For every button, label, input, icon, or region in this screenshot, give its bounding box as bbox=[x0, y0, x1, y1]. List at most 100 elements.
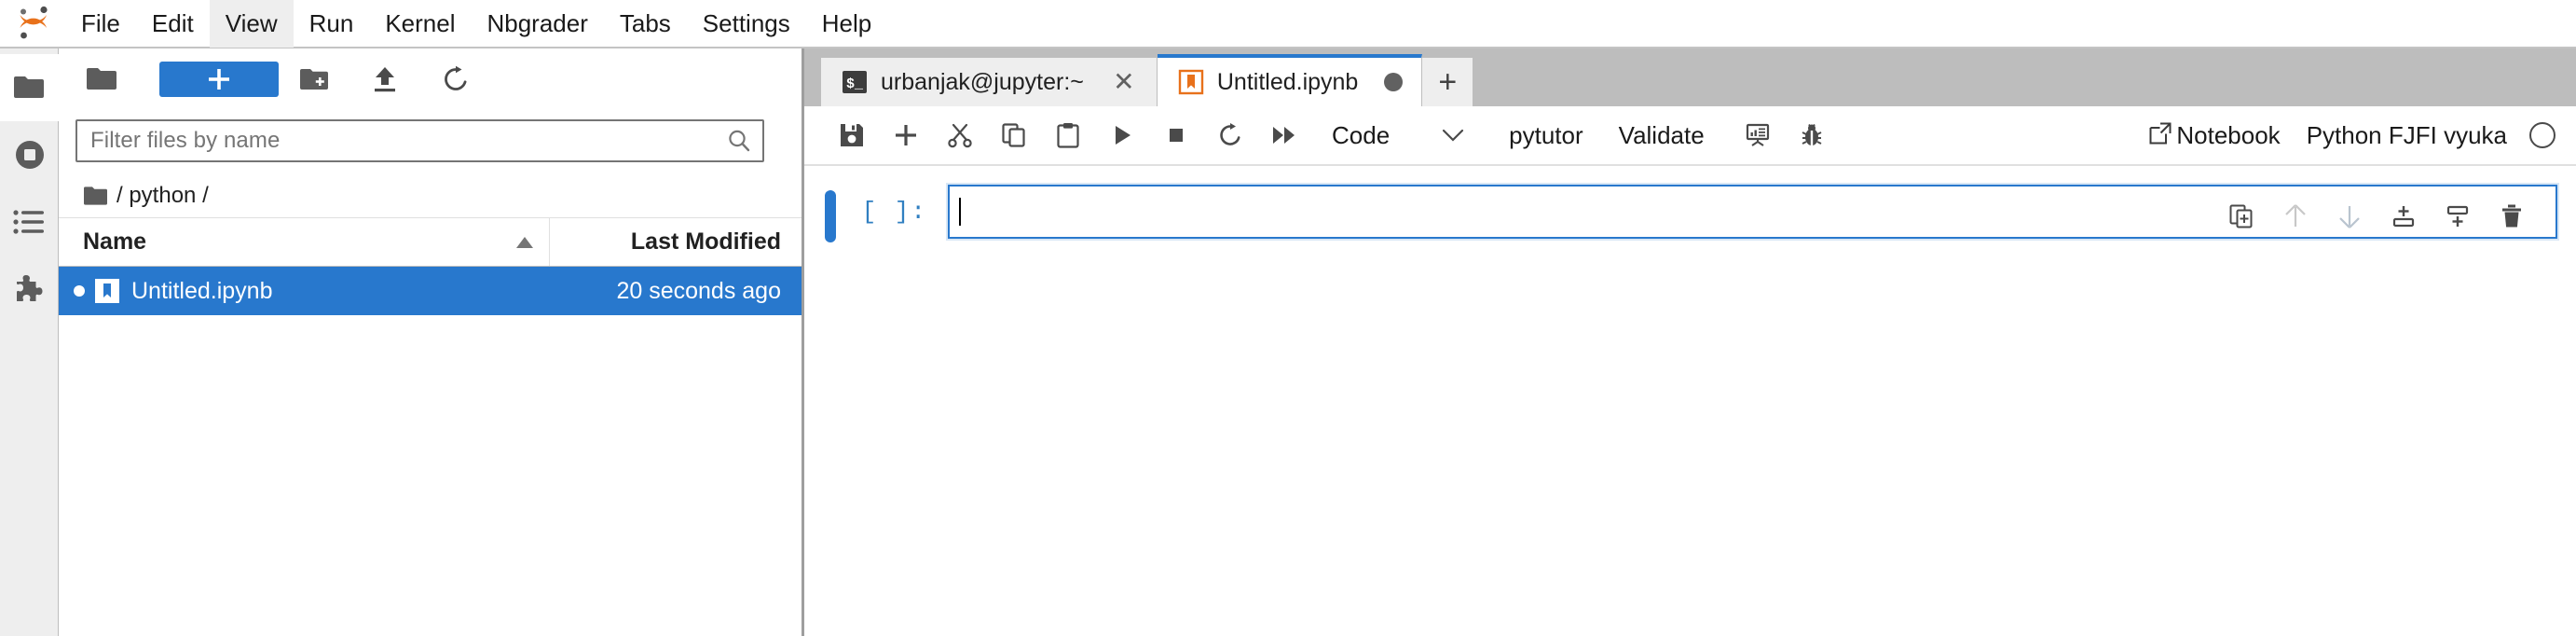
unsaved-dot-icon[interactable] bbox=[1384, 73, 1404, 91]
file-last-modified: 20 seconds ago bbox=[616, 277, 781, 304]
insert-below-icon bbox=[2446, 205, 2469, 227]
column-header-last-modified[interactable]: Last Modified bbox=[550, 218, 802, 266]
stop-square-icon bbox=[1170, 129, 1183, 142]
sidebar-item-extension-manager[interactable] bbox=[0, 256, 59, 323]
jupyterlab-window: File Edit View Run Kernel Nbgrader Tabs … bbox=[0, 0, 2576, 636]
chevron-down-icon bbox=[1442, 128, 1464, 143]
cell-editor[interactable] bbox=[948, 185, 2557, 239]
restart-and-run-all-button[interactable] bbox=[1257, 111, 1311, 159]
text-cursor bbox=[959, 198, 961, 226]
duplicate-icon bbox=[2229, 204, 2253, 228]
sidebar-item-running-sessions[interactable] bbox=[0, 121, 59, 188]
breadcrumb[interactable]: / python / bbox=[59, 173, 802, 218]
insert-cell-below-button[interactable] bbox=[2431, 196, 2485, 237]
menu-view[interactable]: View bbox=[209, 0, 294, 48]
file-list-item[interactable]: Untitled.ipynb 20 seconds ago bbox=[59, 267, 802, 315]
menu-run[interactable]: Run bbox=[294, 0, 370, 48]
new-tab-button[interactable]: + bbox=[1422, 58, 1473, 106]
arrow-up-icon bbox=[2285, 204, 2306, 227]
arrow-down-icon bbox=[2339, 206, 2360, 228]
commands-list-icon bbox=[12, 210, 44, 234]
kernel-idle-circle-icon[interactable] bbox=[2528, 120, 2557, 150]
fast-forward-icon bbox=[1273, 127, 1295, 144]
menu-items: File Edit View Run Kernel Nbgrader Tabs … bbox=[65, 0, 887, 48]
column-header-name[interactable]: Name bbox=[59, 218, 550, 266]
tab-notebook[interactable]: Untitled.ipynb bbox=[1157, 54, 1423, 106]
kernel-name-button[interactable]: Python FJFI vyuka bbox=[2307, 121, 2507, 150]
tab-terminal[interactable]: $_ urbanjak@jupyter:~ ✕ bbox=[821, 58, 1158, 106]
menu-nbgrader[interactable]: Nbgrader bbox=[471, 0, 603, 48]
file-browser-root-folder-icon bbox=[72, 57, 131, 102]
new-launcher-button[interactable] bbox=[159, 62, 279, 97]
breadcrumb-path: / python / bbox=[116, 182, 209, 208]
plus-icon bbox=[896, 125, 916, 145]
upload-files-button[interactable] bbox=[349, 57, 420, 102]
cut-cells-button[interactable] bbox=[933, 111, 987, 159]
cell-type-value: Code bbox=[1332, 120, 1391, 149]
menu-kernel[interactable]: Kernel bbox=[369, 0, 471, 48]
paste-icon bbox=[1057, 123, 1079, 148]
paste-cells-button[interactable] bbox=[1041, 111, 1095, 159]
column-header-name-label: Name bbox=[83, 228, 147, 255]
move-cell-up-button[interactable] bbox=[2268, 196, 2323, 237]
presentation-icon bbox=[1746, 123, 1769, 146]
plus-icon bbox=[209, 69, 229, 90]
file-browser-panel: Filter files by name / python / Name Las… bbox=[59, 48, 804, 636]
svg-text:$_: $_ bbox=[846, 76, 864, 92]
menu-settings[interactable]: Settings bbox=[687, 0, 806, 48]
folder-icon bbox=[84, 186, 107, 205]
menu-file[interactable]: File bbox=[65, 0, 136, 48]
tab-notebook-label: Untitled.ipynb bbox=[1216, 68, 1359, 95]
sidebar-item-commands[interactable] bbox=[0, 188, 59, 256]
validate-button[interactable]: Validate bbox=[1606, 111, 1718, 159]
upload-icon bbox=[375, 67, 395, 92]
refresh-icon bbox=[445, 65, 467, 90]
rise-slideshow-button[interactable] bbox=[1731, 111, 1785, 159]
save-notebook-button[interactable] bbox=[825, 111, 879, 159]
save-icon bbox=[841, 124, 863, 146]
column-header-last-modified-label: Last Modified bbox=[630, 228, 781, 255]
insert-cell-button[interactable] bbox=[879, 111, 933, 159]
unsaved-dot-icon bbox=[74, 285, 85, 297]
notebook-icon bbox=[1178, 69, 1204, 95]
run-cell-button[interactable] bbox=[1095, 111, 1149, 159]
new-folder-button[interactable] bbox=[279, 57, 349, 102]
insert-above-icon bbox=[2392, 206, 2415, 228]
copy-cells-button[interactable] bbox=[987, 111, 1041, 159]
menu-help[interactable]: Help bbox=[806, 0, 887, 48]
notebook-toolbar: Code pytutor Validate Notebook Python FJ… bbox=[804, 106, 2576, 166]
file-filter-placeholder: Filter files by name bbox=[90, 128, 281, 153]
refresh-file-list-button[interactable] bbox=[420, 57, 491, 102]
copy-icon bbox=[1002, 123, 1025, 147]
sort-ascending-icon bbox=[515, 236, 534, 249]
bug-icon bbox=[1802, 124, 1822, 145]
close-icon[interactable]: ✕ bbox=[1110, 68, 1138, 96]
cell-type-select[interactable]: Code bbox=[1332, 121, 1464, 150]
interrupt-kernel-button[interactable] bbox=[1149, 111, 1203, 159]
external-link-icon bbox=[2148, 121, 2172, 150]
folder-icon bbox=[14, 76, 44, 98]
notebook-mode-button[interactable]: Notebook bbox=[2148, 121, 2281, 150]
insert-cell-above-button[interactable] bbox=[2377, 196, 2431, 237]
duplicate-cell-button[interactable] bbox=[2214, 196, 2268, 237]
pytutor-button[interactable]: pytutor bbox=[1496, 111, 1596, 159]
play-icon bbox=[1116, 126, 1130, 145]
file-list-header: Name Last Modified bbox=[59, 218, 802, 267]
debugger-toggle-button[interactable] bbox=[1785, 111, 1839, 159]
notebook-icon bbox=[94, 278, 120, 304]
file-name: Untitled.ipynb bbox=[131, 277, 273, 304]
puzzle-piece-icon bbox=[16, 275, 42, 301]
file-filter-input[interactable]: Filter files by name bbox=[75, 119, 764, 162]
delete-cell-button[interactable] bbox=[2485, 196, 2539, 237]
menu-tabs[interactable]: Tabs bbox=[604, 0, 687, 48]
restart-kernel-button[interactable] bbox=[1203, 111, 1257, 159]
cell-prompt: [ ]: bbox=[861, 198, 927, 226]
menu-edit[interactable]: Edit bbox=[136, 0, 210, 48]
notebook-cell[interactable]: [ ]: bbox=[804, 185, 2576, 242]
move-cell-down-button[interactable] bbox=[2323, 196, 2377, 237]
sidebar-item-file-browser[interactable] bbox=[0, 54, 59, 121]
notebook-canvas: [ ]: bbox=[804, 166, 2576, 636]
notebook-toolbar-right: Notebook Python FJFI vyuka bbox=[2148, 120, 2563, 150]
jupyter-logo-icon bbox=[7, 0, 60, 48]
file-list: Untitled.ipynb 20 seconds ago bbox=[59, 267, 802, 636]
